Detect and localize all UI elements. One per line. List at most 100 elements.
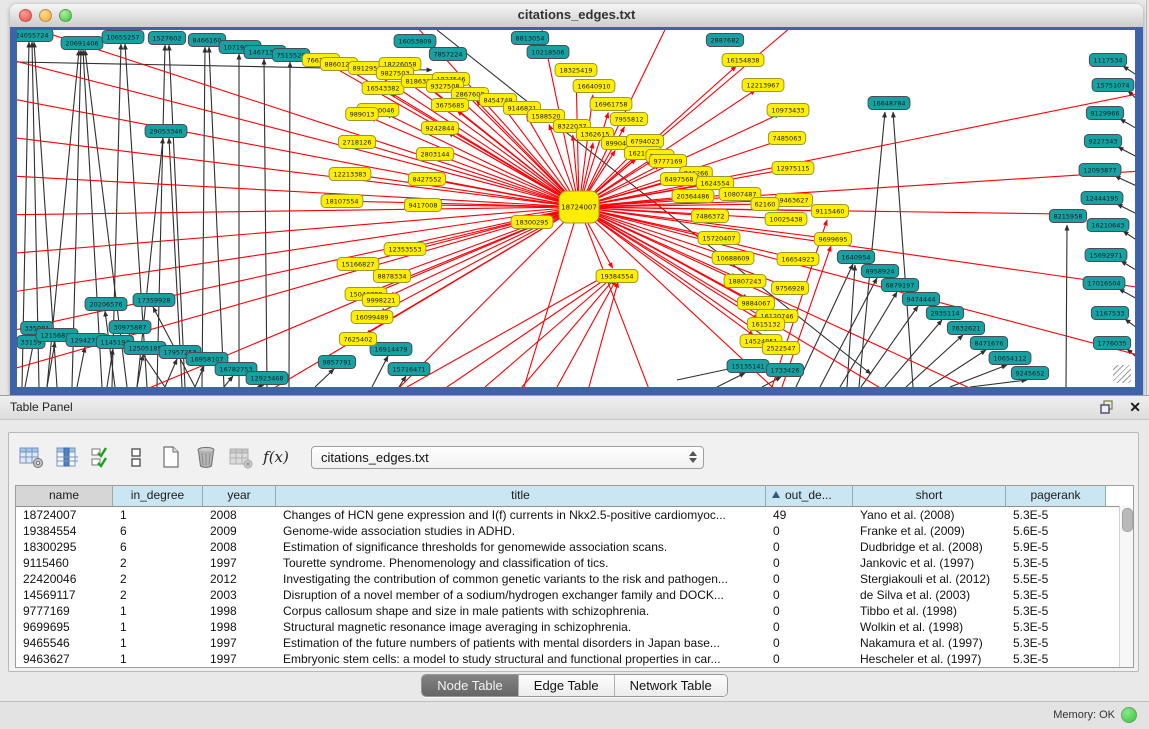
graph-node[interactable]: 12975115 (772, 162, 814, 175)
graph-node[interactable]: 9777169 (649, 155, 686, 168)
graph-node[interactable]: 2887682 (706, 34, 743, 47)
graph-node[interactable]: 16648784 (868, 97, 910, 110)
table-cell[interactable]: Tibbo et al. (1998) (853, 603, 1006, 619)
table-cell[interactable]: 22420046 (16, 571, 113, 587)
table-cell[interactable]: Genome-wide association studies in ADHD. (276, 523, 766, 539)
table-cell[interactable]: Investigating the contribution of common… (276, 571, 766, 587)
graph-node[interactable]: 9227343 (1084, 135, 1121, 148)
table-cell[interactable]: Changes of HCN gene expression and I(f) … (276, 507, 766, 523)
graph-node[interactable]: 9242844 (421, 122, 458, 135)
table-cell[interactable]: 0 (766, 571, 853, 587)
float-window-icon[interactable] (1100, 400, 1115, 414)
graph-node[interactable]: 10025438 (765, 213, 807, 226)
graph-node[interactable]: 15751074 (1092, 79, 1134, 92)
graph-node[interactable]: 16654923 (777, 253, 819, 266)
table-cell[interactable]: 1998 (203, 603, 276, 619)
graph-node[interactable]: 18724007 (559, 191, 599, 223)
graph-node[interactable]: 15716471 (388, 363, 430, 376)
table-cell[interactable]: 1 (113, 635, 203, 651)
graph-node[interactable]: 24055724 (17, 30, 53, 42)
table-cell[interactable]: 0 (766, 539, 853, 555)
graph-node[interactable]: 16053809 (394, 35, 436, 48)
graph-node[interactable]: 1640954 (837, 251, 874, 264)
graph-node[interactable]: 16099489 (351, 311, 393, 324)
tab-edge-table[interactable]: Edge Table (518, 675, 614, 696)
graph-node[interactable]: 10654112 (989, 352, 1031, 365)
table-row[interactable]: 1456911722003Disruption of a novel membe… (16, 587, 1133, 603)
new-document-button[interactable] (157, 443, 185, 471)
table-cell[interactable]: 2 (113, 571, 203, 587)
table-cell[interactable]: 5.3E-5 (1006, 603, 1106, 619)
column-header-year[interactable]: year (203, 486, 276, 506)
table-cell[interactable]: 2009 (203, 523, 276, 539)
graph-node[interactable]: 9463627 (775, 194, 812, 207)
graph-node[interactable]: 9245652 (1011, 367, 1048, 380)
graph-node[interactable]: 18300295 (511, 216, 553, 229)
graph-node[interactable]: 2522547 (762, 342, 799, 355)
graph-node[interactable]: 16210643 (1087, 219, 1129, 232)
graph-node[interactable]: 3675685 (431, 99, 468, 112)
graph-node[interactable]: 8813054 (511, 32, 548, 45)
graph-node[interactable]: 8878334 (373, 270, 410, 283)
select-all-checks-button[interactable] (87, 443, 115, 471)
table-row[interactable]: 2242004622012Investigating the contribut… (16, 571, 1133, 587)
table-cell[interactable]: 5.5E-5 (1006, 571, 1106, 587)
graph-node[interactable]: 10973433 (767, 104, 809, 117)
table-cell[interactable]: de Silva et al. (2003) (853, 587, 1006, 603)
table-cell[interactable]: Embryonic stem cells: a model to study s… (276, 651, 766, 667)
table-row[interactable]: 969969511998Structural magnetic resonanc… (16, 619, 1133, 635)
graph-node[interactable]: 16154838 (722, 54, 764, 67)
table-row[interactable]: 977716911998Corpus callosum shape and si… (16, 603, 1133, 619)
table-cell[interactable]: 0 (766, 587, 853, 603)
function-builder-button[interactable]: f(x) (262, 443, 290, 471)
table-vertical-scrollbar[interactable] (1119, 506, 1133, 667)
table-cell[interactable]: 2008 (203, 539, 276, 555)
graph-node[interactable]: 30975887 (109, 321, 151, 334)
table-cell[interactable]: 9699695 (16, 619, 113, 635)
table-cell[interactable]: Tourette syndrome. Phenomenology and cla… (276, 555, 766, 571)
column-header-name[interactable]: name (16, 486, 113, 506)
graph-node[interactable]: 12353553 (384, 243, 426, 256)
graph-node[interactable]: 16640910 (573, 80, 615, 93)
graph-node[interactable]: 2803144 (416, 148, 453, 161)
table-settings-button[interactable] (17, 443, 45, 471)
table-row[interactable]: 911546021997Tourette syndrome. Phenomeno… (16, 555, 1133, 571)
graph-node[interactable]: 15135141 (727, 360, 769, 373)
graph-node[interactable]: 989013 (346, 108, 379, 121)
table-cell[interactable]: 0 (766, 603, 853, 619)
table-cell[interactable]: 5.3E-5 (1006, 635, 1106, 651)
graph-node[interactable]: 8471676 (970, 337, 1007, 350)
table-cell[interactable]: Corpus callosum shape and size in male p… (276, 603, 766, 619)
table-cell[interactable]: Estimation of the future numbers of pati… (276, 635, 766, 651)
graph-node[interactable]: 9998221 (362, 294, 399, 307)
graph-node[interactable]: 9115460 (811, 205, 848, 218)
table-cell[interactable]: Nakamura et al. (1997) (853, 635, 1006, 651)
table-cell[interactable]: Estimation of significance thresholds fo… (276, 539, 766, 555)
graph-node[interactable]: 10688609 (712, 252, 754, 265)
table-cell[interactable]: Wolkin et al. (1998) (853, 619, 1006, 635)
table-cell[interactable]: 2003 (203, 587, 276, 603)
graph-node[interactable]: 1776035 (1093, 337, 1130, 350)
table-cell[interactable]: 49 (766, 507, 853, 523)
table-row[interactable]: 1830029562008Estimation of significance … (16, 539, 1133, 555)
network-canvas[interactable]: 2405572420691406106552571527602846616010… (17, 30, 1135, 387)
table-column-button[interactable] (52, 443, 80, 471)
graph-node[interactable]: 16961758 (590, 98, 632, 111)
graph-node[interactable]: 7486372 (691, 210, 728, 223)
table-cell[interactable]: 5.3E-5 (1006, 619, 1106, 635)
graph-node[interactable]: 10655257 (102, 31, 144, 44)
table-cell[interactable]: 5.3E-5 (1006, 507, 1106, 523)
graph-node[interactable]: 15692971 (1085, 249, 1127, 262)
graph-node[interactable]: 1167533 (1091, 307, 1128, 320)
table-cell[interactable]: 1998 (203, 619, 276, 635)
table-cell[interactable]: 1 (113, 619, 203, 635)
column-header-short[interactable]: short (853, 486, 1006, 506)
rows-button[interactable] (122, 443, 150, 471)
table-disabled-button[interactable] (227, 443, 255, 471)
table-cell[interactable]: 14569117 (16, 587, 113, 603)
graph-node[interactable]: 1117534 (1089, 54, 1126, 67)
table-cell[interactable]: Stergiakouli et al. (2012) (853, 571, 1006, 587)
table-cell[interactable]: 9777169 (16, 603, 113, 619)
table-cell[interactable]: 18724007 (16, 507, 113, 523)
table-cell[interactable]: 1997 (203, 651, 276, 667)
